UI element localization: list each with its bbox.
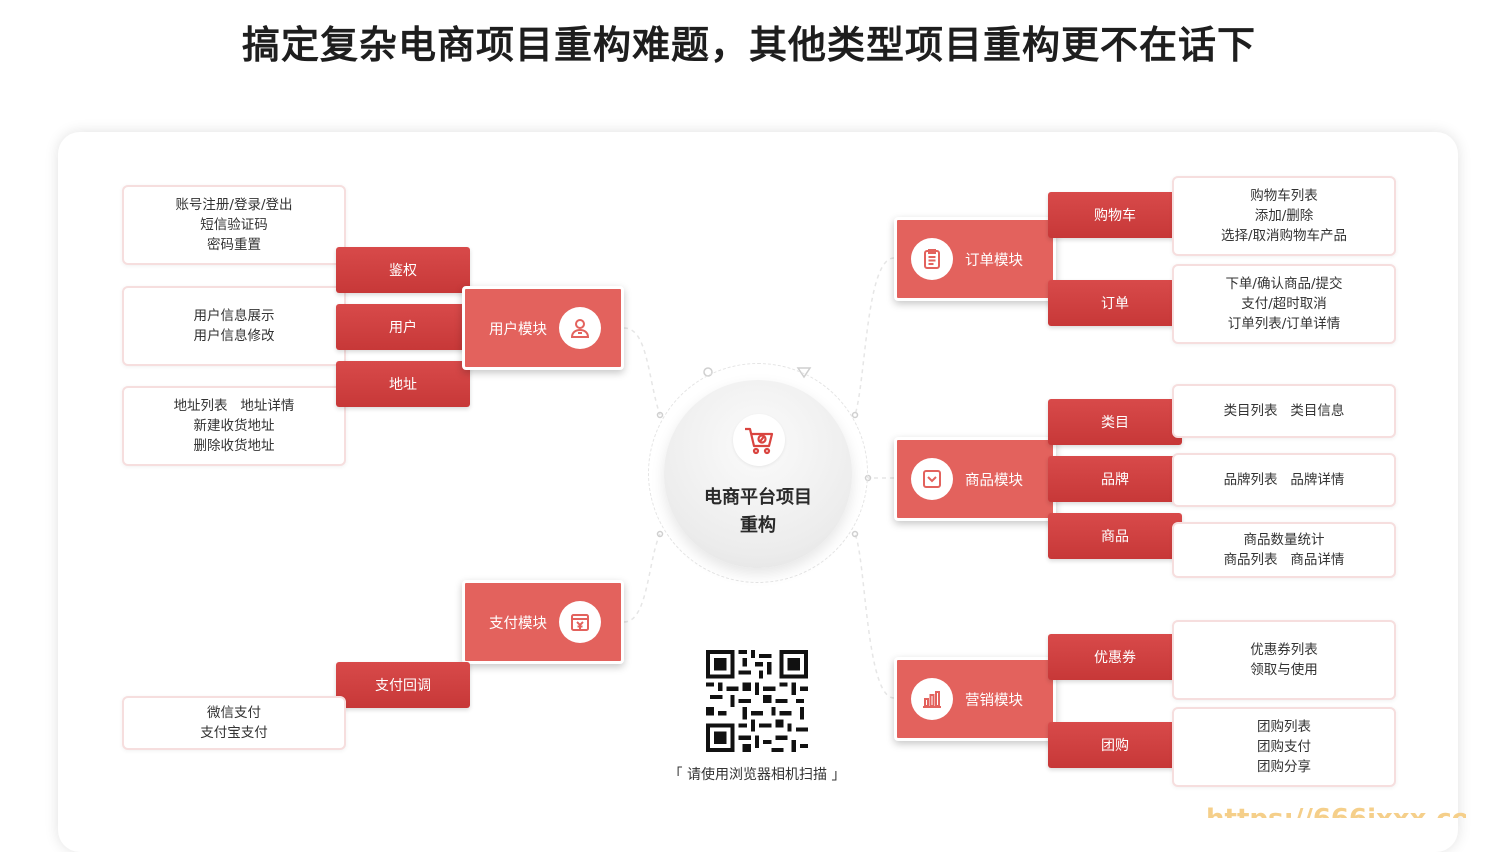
module-label: 订单模块 [965, 252, 1023, 269]
leaf-brand: 品牌列表 品牌详情 [1172, 453, 1396, 507]
watermark: https://666ixxx.com [1206, 806, 1466, 818]
sub-product: 商品 [1048, 513, 1182, 559]
leaf-item: 团购列表 [1257, 719, 1311, 735]
leaf-item: 订单列表/订单详情 [1227, 316, 1341, 332]
leaf-order: 下单/确认商品/提交 支付/超时取消 订单列表/订单详情 [1172, 264, 1396, 344]
leaf-item: 用户信息展示 [193, 308, 275, 324]
qr-code-icon [706, 650, 808, 752]
leaf-user: 用户信息展示 用户信息修改 [122, 286, 346, 366]
leaf-item: 短信验证码 [200, 217, 268, 233]
shopping-cart-icon [733, 414, 785, 466]
product-box-icon [911, 458, 953, 500]
center-title: 电商平台项目 重构 [684, 484, 832, 540]
leaf-item: 选择/取消购物车产品 [1220, 228, 1348, 244]
leaf-coupon: 优惠券列表 领取与使用 [1172, 620, 1396, 700]
leaf-auth: 账号注册/登录/登出 短信验证码 密码重置 [122, 185, 346, 265]
leaf-item: 微信支付 [207, 705, 261, 721]
center-title-line: 电商平台项目 [704, 487, 812, 508]
module-label: 营销模块 [965, 692, 1023, 709]
center-title-line: 重构 [740, 515, 776, 536]
leaf-item: 下单/确认商品/提交 [1225, 276, 1343, 292]
user-module: 用户模块 [462, 286, 624, 370]
leaf-item: 用户信息修改 [193, 328, 275, 344]
sub-coupon: 优惠券 [1048, 634, 1182, 680]
center-title-line: 电商平台项目 重构 [684, 484, 832, 540]
leaf-item: 品牌列表 品牌详情 [1223, 472, 1345, 488]
marketing-module: 营销模块 [894, 657, 1056, 741]
payment-module: 支付模块 [462, 580, 624, 664]
leaf-item: 支付宝支付 [200, 725, 268, 741]
leaf-item: 删除收货地址 [193, 438, 275, 454]
leaf-item: 领取与使用 [1250, 662, 1318, 678]
clipboard-icon [911, 238, 953, 280]
leaf-item: 优惠券列表 [1250, 642, 1318, 658]
sub-payment-callback: 支付回调 [336, 662, 470, 708]
sub-cart: 购物车 [1048, 192, 1182, 238]
sub-auth: 鉴权 [336, 247, 470, 293]
payment-icon [559, 601, 601, 643]
leaf-item: 账号注册/登录/登出 [175, 197, 293, 213]
leaf-item: 地址列表 地址详情 [173, 398, 295, 414]
leaf-group-buy: 团购列表 团购支付 团购分享 [1172, 707, 1396, 787]
leaf-payment: 微信支付 支付宝支付 [122, 696, 346, 750]
leaf-category: 类目列表 类目信息 [1172, 384, 1396, 438]
bar-chart-icon [911, 678, 953, 720]
product-module: 商品模块 [894, 437, 1056, 521]
module-label: 用户模块 [489, 321, 547, 338]
module-label: 支付模块 [489, 615, 547, 632]
sub-group-buy: 团购 [1048, 722, 1182, 768]
sub-brand: 品牌 [1048, 456, 1182, 502]
page-title: 搞定复杂电商项目重构难题，其他类型项目重构更不在话下 [241, 23, 1256, 67]
leaf-item: 团购分享 [1257, 759, 1311, 775]
order-module: 订单模块 [894, 217, 1056, 301]
sub-category: 类目 [1048, 399, 1182, 445]
leaf-cart: 购物车列表 添加/删除 选择/取消购物车产品 [1172, 176, 1396, 256]
leaf-item: 商品数量统计 [1243, 532, 1325, 548]
leaf-item: 支付/超时取消 [1241, 296, 1327, 312]
leaf-item: 团购支付 [1257, 739, 1311, 755]
leaf-product: 商品数量统计 商品列表 商品详情 [1172, 522, 1396, 578]
module-label: 商品模块 [965, 472, 1023, 489]
leaf-item: 密码重置 [207, 237, 261, 253]
sub-order: 订单 [1048, 280, 1182, 326]
sub-user: 用户 [336, 304, 470, 350]
sub-address: 地址 [336, 361, 470, 407]
user-icon [559, 307, 601, 349]
leaf-address: 地址列表 地址详情 新建收货地址 删除收货地址 [122, 386, 346, 466]
leaf-item: 购物车列表 [1250, 188, 1318, 204]
leaf-item: 类目列表 类目信息 [1223, 403, 1345, 419]
leaf-item: 商品列表 商品详情 [1223, 552, 1345, 568]
qr-caption: 「 请使用浏览器相机扫描 」 [668, 767, 846, 783]
leaf-item: 添加/删除 [1254, 208, 1314, 224]
leaf-item: 新建收货地址 [193, 418, 275, 434]
